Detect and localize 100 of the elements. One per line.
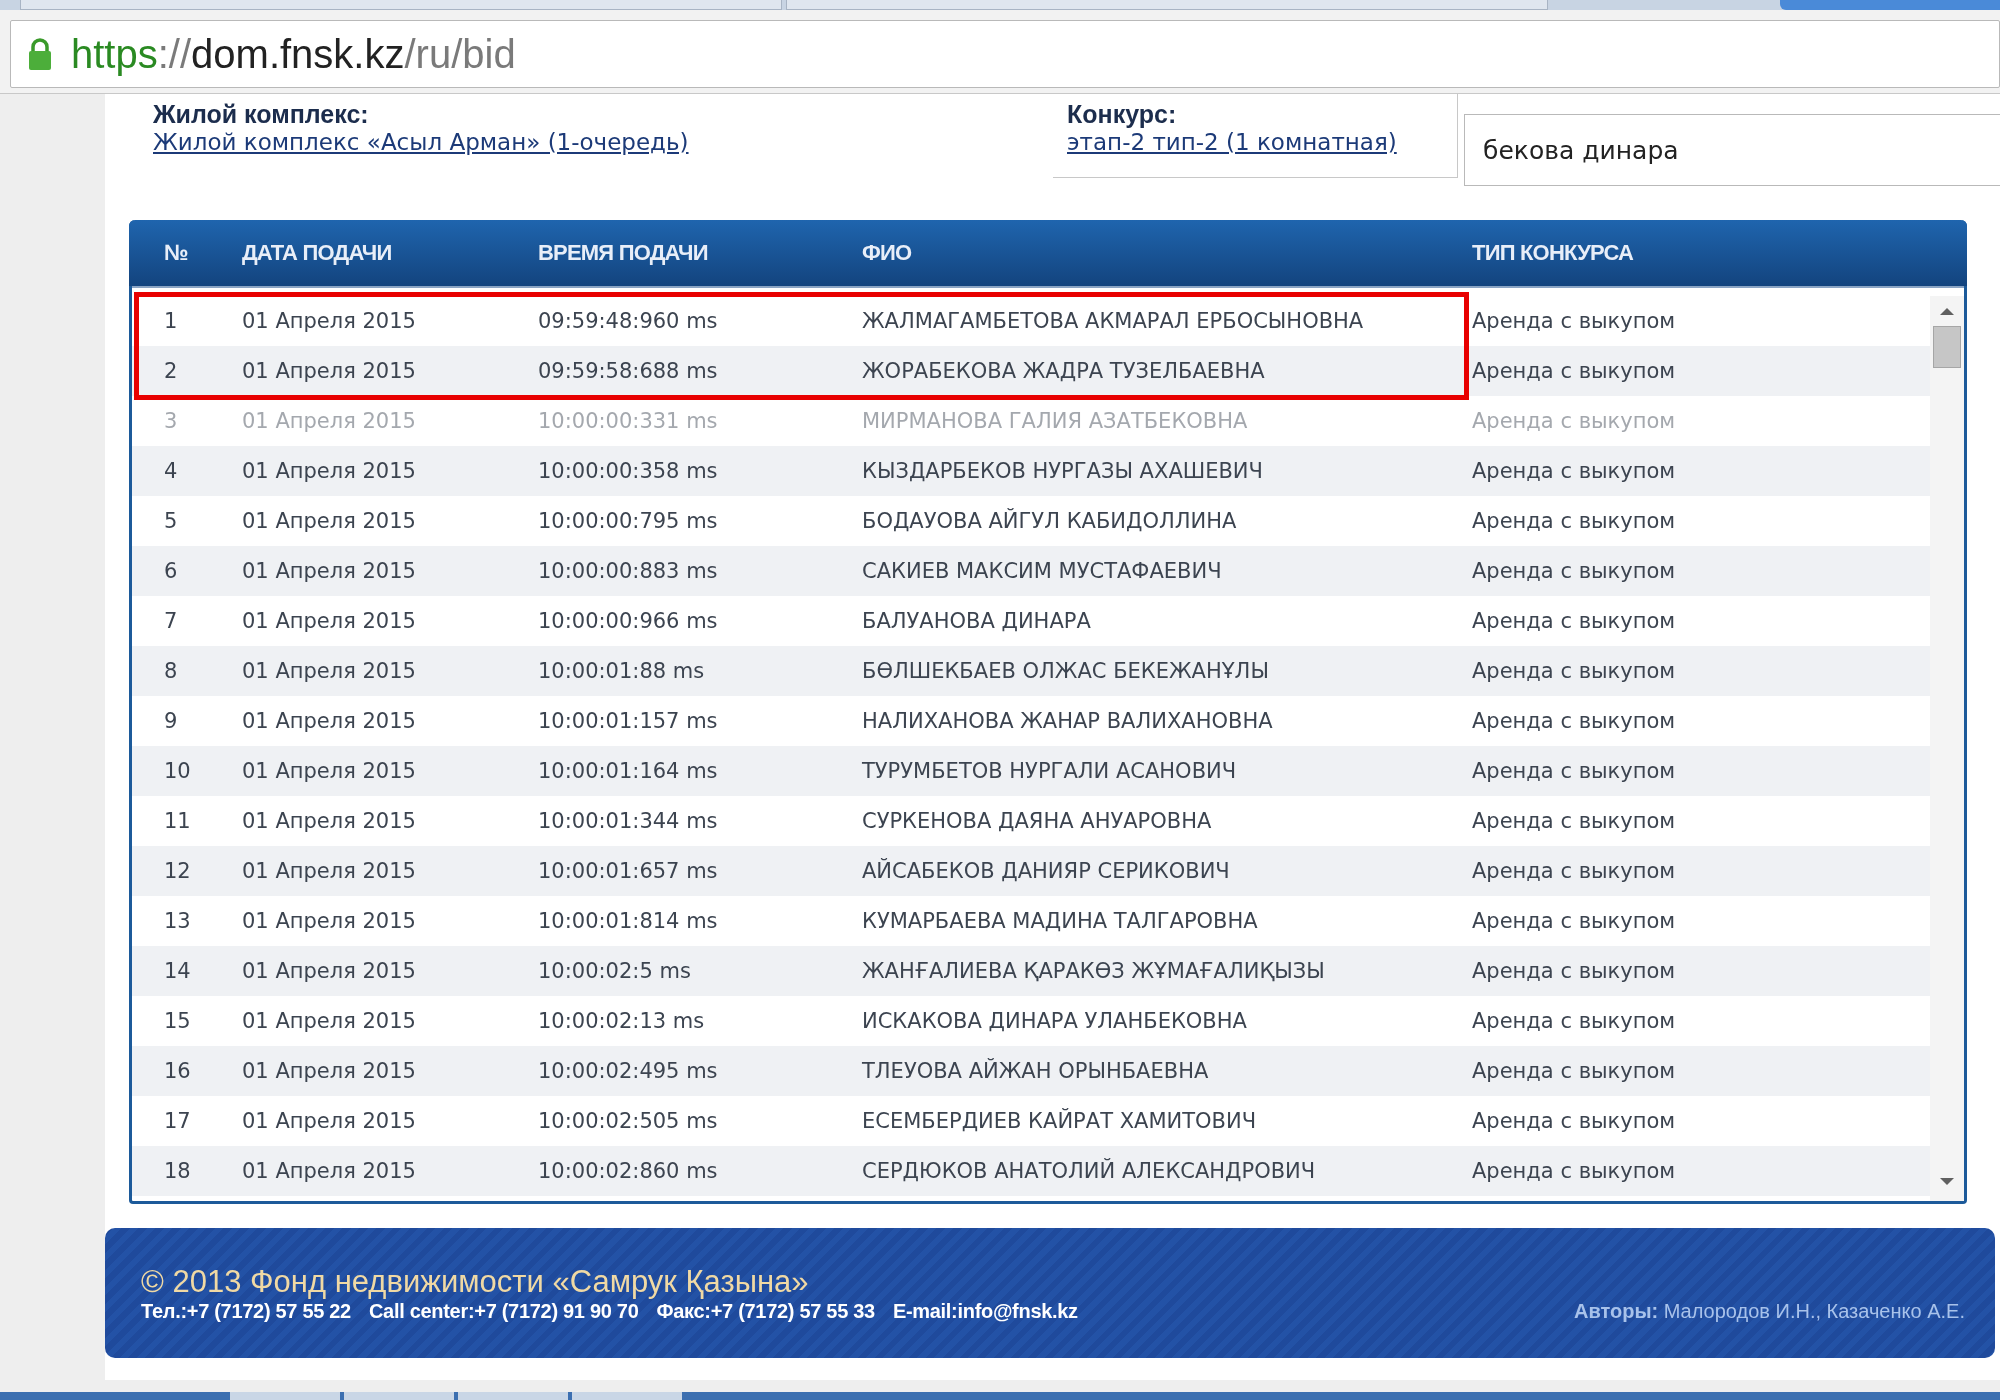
scroll-thumb[interactable] (1933, 326, 1961, 368)
table-cell-text: 01 Апреля 2015 (242, 1159, 417, 1183)
table-cell-text: 10:00:01:164 ms (538, 759, 719, 783)
table-cell-text: НАЛИХАНОВА ЖАНАР ВАЛИХАНОВНА (862, 709, 1274, 733)
table-cell-text: 10 (163, 759, 192, 783)
column-header: № (163, 240, 189, 266)
table-row[interactable]: 12 01 Апреля 2015 10:00:01:657 ms АЙСАБЕКОВ ДАНИЯР СЕРИКОВИЧ Аренда с выкупом (132, 846, 1930, 896)
table-cell-text: 01 Апреля 2015 (242, 1059, 417, 1083)
column-header: ВРЕМЯ ПОДАЧИ (538, 240, 709, 266)
table-row[interactable]: 9 01 Апреля 2015 10:00:01:157 ms НАЛИХАНОВА ЖАНАР ВАЛИХАНОВНА Аренда с выкупом (132, 696, 1930, 746)
table-cell-text: Аренда с выкупом (1472, 509, 1677, 533)
table-cell-text: АЙСАБЕКОВ ДАНИЯР СЕРИКОВИЧ (862, 859, 1231, 883)
table-cell-text: 01 Апреля 2015 (242, 759, 417, 783)
table-cell-text: 8 (163, 659, 179, 683)
table-cell-text: 10:00:02:505 ms (538, 1109, 719, 1133)
table-cell-text: 10:00:00:883 ms (538, 559, 719, 583)
table-cell-text: 15 (163, 1009, 192, 1033)
table-cell-text: Аренда с выкупом (1472, 909, 1677, 933)
table-cell-text: Аренда с выкупом (1472, 809, 1677, 833)
table-cell-text: 01 Апреля 2015 (242, 959, 417, 983)
table-row[interactable]: 11 01 Апреля 2015 10:00:01:344 ms СУРКЕНОВА ДАЯНА АНУАРОВНА Аренда с выкупом (132, 796, 1930, 846)
table-cell-text: 10:00:00:795 ms (538, 509, 719, 533)
taskbar-button[interactable] (458, 1392, 568, 1400)
table-cell-text: 10:00:01:157 ms (538, 709, 719, 733)
browser-button[interactable] (1780, 0, 2000, 10)
table-cell-text: Аренда с выкупом (1472, 359, 1677, 383)
table-row[interactable]: 15 01 Апреля 2015 10:00:02:13 ms ИСКАКОВА ДИНАРА УЛАНБЕКОВНА Аренда с выкупом (132, 996, 1930, 1046)
column-header: ФИО (862, 240, 913, 266)
table-cell-text: 5 (163, 509, 179, 533)
contact-text: Факс:+7 (7172) 57 55 33 (656, 1299, 875, 1323)
filter-label: Жилой комплекс: (153, 100, 370, 129)
contact-text: E-mail:info@fnsk.kz (892, 1299, 1078, 1323)
table-cell-text: 6 (163, 559, 179, 583)
table-cell-text: 14 (163, 959, 192, 983)
table-cell-text: 16 (163, 1059, 192, 1083)
table-cell-text: ТЛЕУОВА АЙЖАН ОРЫНБАЕВНА (862, 1059, 1210, 1083)
table-cell-text: Аренда с выкупом (1472, 309, 1677, 333)
authors-text: Авторы: Малородов И.Н., Казаченко А.Е. (1573, 1298, 1965, 1323)
table-cell-text: ЕСЕМБЕРДИЕВ КАЙРАТ ХАМИТОВИЧ (862, 1109, 1258, 1133)
table-cell-text: 01 Апреля 2015 (242, 559, 417, 583)
table-row[interactable]: 18 01 Апреля 2015 10:00:02:860 ms СЕРДЮКОВ АНАТОЛИЙ АЛЕКСАНДРОВИЧ Аренда с выкупом (132, 1146, 1930, 1196)
contest-link[interactable]: этап-2 тип-2 (1 комнатная) (1067, 129, 1397, 155)
table-cell-text: СУРКЕНОВА ДАЯНА АНУАРОВНА (862, 809, 1213, 833)
table-cell-text: 9 (163, 709, 179, 733)
taskbar-button[interactable] (572, 1392, 682, 1400)
browser-tab[interactable] (20, 0, 782, 10)
table-row[interactable]: 1 01 Апреля 2015 09:59:48:960 ms ЖАЛМАГАМБЕТОВА АКМАРАЛ ЕРБОСЫНОВНА Аренда с выкупом (132, 296, 1930, 346)
taskbar-button[interactable] (344, 1392, 454, 1400)
browser-tab[interactable] (786, 0, 1548, 10)
column-header: ДАТА ПОДАЧИ (242, 240, 393, 266)
table-cell-text: 01 Апреля 2015 (242, 659, 417, 683)
table-cell-text: 09:59:48:960 ms (538, 309, 719, 333)
table-cell-text: 10:00:02:495 ms (538, 1059, 719, 1083)
table-cell-text: 2 (163, 359, 179, 383)
table-row[interactable]: 16 01 Апреля 2015 10:00:02:495 ms ТЛЕУОВА АЙЖАН ОРЫНБАЕВНА Аренда с выкупом (132, 1046, 1930, 1096)
table-row[interactable]: 2 01 Апреля 2015 09:59:58:688 ms ЖОРАБЕКОВА ЖАДРА ТУЗЕЛБАЕВНА Аренда с выкупом (132, 346, 1930, 396)
table-cell-text: 10:00:02:5 ms (538, 959, 692, 983)
table-row[interactable]: 17 01 Апреля 2015 10:00:02:505 ms ЕСЕМБЕРДИЕВ КАЙРАТ ХАМИТОВИЧ Аренда с выкупом (132, 1096, 1930, 1146)
search-field[interactable]: бекова динара (1464, 114, 2000, 186)
table-cell-text: 10:00:02:860 ms (538, 1159, 719, 1183)
table-cell-text: 01 Апреля 2015 (242, 859, 417, 883)
column-header: ТИП КОНКУРСА (1472, 240, 1635, 266)
table-cell-text: МИРМАНОВА ГАЛИЯ АЗАТБЕКОВНА (862, 409, 1249, 433)
table-cell-text: 09:59:58:688 ms (538, 359, 719, 383)
table-cell-text: 01 Апреля 2015 (242, 809, 417, 833)
table-row[interactable]: 10 01 Апреля 2015 10:00:01:164 ms ТУРУМБЕТОВ НУРГАЛИ АСАНОВИЧ Аренда с выкупом (132, 746, 1930, 796)
table-cell-text: 01 Апреля 2015 (242, 359, 417, 383)
table-cell-text: 01 Апреля 2015 (242, 409, 417, 433)
table-row[interactable]: 14 01 Апреля 2015 10:00:02:5 ms ЖАНҒАЛИЕВА ҚАРАКӨЗ ЖҰМАҒАЛИҚЫЗЫ Аренда с выкупом (132, 946, 1930, 996)
table-cell-text: Аренда с выкупом (1472, 409, 1677, 433)
table-cell-text: Аренда с выкупом (1472, 659, 1677, 683)
table-cell-text: ЖАНҒАЛИЕВА ҚАРАКӨЗ ЖҰМАҒАЛИҚЫЗЫ (862, 959, 1326, 983)
table-cell-text: 01 Апреля 2015 (242, 509, 417, 533)
table-cell-text: 4 (163, 459, 179, 483)
table-cell-text: Аренда с выкупом (1472, 759, 1677, 783)
table-cell-text: 01 Апреля 2015 (242, 709, 417, 733)
table-cell-text: Аренда с выкупом (1472, 1009, 1677, 1033)
lock-icon (27, 37, 53, 71)
table-cell-text: 17 (163, 1109, 192, 1133)
table-cell-text: 01 Апреля 2015 (242, 909, 417, 933)
taskbar-button[interactable] (230, 1392, 340, 1400)
filter-label: Конкурс: (1067, 100, 1178, 129)
table-row[interactable]: 4 01 Апреля 2015 10:00:00:358 ms КЫЗДАРБЕКОВ НУРГАЗЫ АХАШЕВИЧ Аренда с выкупом (132, 446, 1930, 496)
table-cell-text: ЖОРАБЕКОВА ЖАДРА ТУЗЕЛБАЕВНА (862, 359, 1266, 383)
complex-link[interactable]: Жилой комплекс «Асыл Арман» (1-очередь) (153, 129, 689, 155)
table-cell-text: Аренда с выкупом (1472, 1109, 1677, 1133)
table-row[interactable]: 7 01 Апреля 2015 10:00:00:966 ms БАЛУАНОВА ДИНАРА Аренда с выкупом (132, 596, 1930, 646)
table-row[interactable]: 6 01 Апреля 2015 10:00:00:883 ms САКИЕВ МАКСИМ МУСТАФАЕВИЧ Аренда с выкупом (132, 546, 1930, 596)
table-cell-text: 18 (163, 1159, 192, 1183)
scroll-down-icon[interactable] (1939, 1177, 1955, 1187)
table-row[interactable]: 13 01 Апреля 2015 10:00:01:814 ms КУМАРБАЕВА МАДИНА ТАЛГАРОВНА Аренда с выкупом (132, 896, 1930, 946)
table-row[interactable]: 5 01 Апреля 2015 10:00:00:795 ms БОДАУОВА АЙГУЛ КАБИДОЛЛИНА Аренда с выкупом (132, 496, 1930, 546)
table-cell-text: 10:00:00:331 ms (538, 409, 719, 433)
contact-text: Call center:+7 (7172) 91 90 70 (368, 1299, 639, 1323)
address-field[interactable]: https://dom.fnsk.kz/ru/bid (10, 20, 2000, 88)
table-cell-text: Аренда с выкупом (1472, 559, 1677, 583)
scroll-up-icon[interactable] (1939, 306, 1955, 316)
table-cell-text: КЫЗДАРБЕКОВ НУРГАЗЫ АХАШЕВИЧ (862, 459, 1264, 483)
scrollbar[interactable] (1930, 296, 1964, 1201)
table-row[interactable]: 8 01 Апреля 2015 10:00:01:88 ms БӨЛШЕКБАЕВ ОЛЖАС БЕКЕЖАНҰЛЫ Аренда с выкупом (132, 646, 1930, 696)
